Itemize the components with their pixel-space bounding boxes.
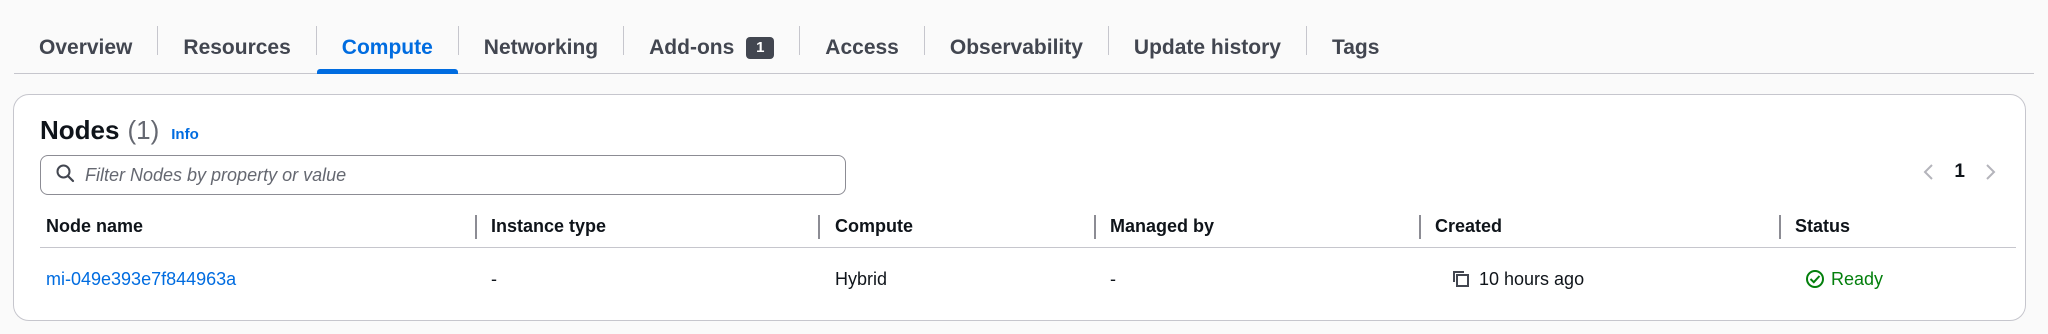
tab-networking[interactable]: Networking [459,22,623,73]
managed-by-cell: - [1110,268,1116,289]
column-label: Status [1795,216,1851,236]
column-label: Node name [46,216,144,236]
column-header-compute[interactable]: Compute [835,205,913,248]
info-link[interactable]: Info [171,126,199,143]
instance-type-cell: - [491,268,497,289]
tab-label: Compute [341,35,433,59]
nodes-panel: Nodes (1) Info 1 Node name Instance ty [13,94,2026,321]
tab-add-ons[interactable]: Add-ons 1 [624,22,799,73]
table-row: mi-049e393e7f844963a - Hybrid - 10 hours… [40,248,2016,310]
panel-header: Nodes (1) Info [40,115,199,146]
nodes-table: Node name Instance type Compute Managed … [40,205,2016,310]
tab-tags[interactable]: Tags [1307,22,1404,73]
tab-compute[interactable]: Compute [316,22,458,74]
column-label: Managed by [1110,216,1215,236]
created-cell: 10 hours ago [1451,248,1584,310]
tab-label: Observability [949,35,1083,59]
column-label: Created [1435,216,1503,236]
tab-label: Networking [483,35,599,59]
tab-resources[interactable]: Resources [158,22,315,73]
tab-overview[interactable]: Overview [14,22,157,73]
filter-box [40,155,846,195]
filter-nodes-input[interactable] [85,164,825,186]
panel-title: Nodes [40,115,120,145]
column-resizer[interactable] [818,215,820,239]
column-header-created[interactable]: Created [1435,205,1502,248]
column-header-instance-type[interactable]: Instance type [491,205,606,248]
column-resizer[interactable] [475,215,477,239]
chevron-left-icon[interactable] [1922,162,1936,182]
created-value: 10 hours ago [1479,268,1585,289]
panel-count: (1) [127,115,160,145]
column-label: Instance type [491,216,607,236]
column-header-node-name[interactable]: Node name [46,205,143,248]
status-cell: Ready [1805,248,1883,310]
column-resizer[interactable] [1419,215,1421,239]
tab-label: Resources [183,35,291,59]
copy-icon[interactable] [1451,269,1479,289]
pagination: 1 [1922,161,1997,183]
tab-label: Overview [39,35,133,59]
column-header-managed-by[interactable]: Managed by [1110,205,1214,248]
column-resizer[interactable] [1779,215,1781,239]
tab-label: Tags [1331,35,1380,59]
table-header: Node name Instance type Compute Managed … [40,205,2016,248]
current-page[interactable]: 1 [1954,161,1965,183]
tab-access[interactable]: Access [800,22,924,73]
search-icon [55,163,75,188]
status-value: Ready [1831,268,1884,289]
column-label: Compute [835,216,913,236]
add-ons-count-badge: 1 [746,36,775,59]
chevron-right-icon[interactable] [1983,162,1997,182]
tab-observability[interactable]: Observability [925,22,1108,73]
status-positive-icon [1805,269,1831,289]
tab-label: Update history [1133,35,1281,59]
compute-cell: Hybrid [835,268,888,289]
tab-bar: Overview Resources Compute Networking Ad… [14,22,2034,74]
column-header-status[interactable]: Status [1795,205,1850,248]
tab-update-history[interactable]: Update history [1109,22,1306,73]
tab-label: Add-ons [649,35,735,59]
column-resizer[interactable] [1094,215,1096,239]
tab-label: Access [825,35,899,59]
node-name-link[interactable]: mi-049e393e7f844963a [46,248,236,310]
